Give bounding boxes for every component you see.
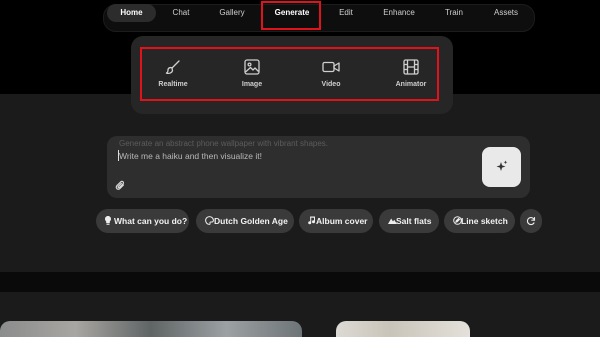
generate-submit-button[interactable]	[482, 147, 521, 187]
nav-chat[interactable]: Chat	[162, 4, 200, 22]
attach-button[interactable]	[115, 178, 126, 196]
nav-train[interactable]: Train	[436, 4, 472, 22]
gallery-thumbnail[interactable]	[0, 321, 302, 337]
nav-assets[interactable]: Assets	[485, 4, 527, 22]
refresh-icon	[526, 216, 536, 226]
nav-gallery[interactable]: Gallery	[211, 4, 253, 22]
refresh-suggestions-button[interactable]	[520, 209, 542, 233]
section-divider	[0, 272, 600, 292]
chip-what-can-you-do[interactable]: What can you do?	[96, 209, 189, 233]
chip-salt-flats[interactable]: Salt flats	[379, 209, 439, 233]
lightbulb-icon	[105, 216, 111, 225]
chip-label: Line sketch	[461, 216, 508, 226]
chip-label: Album cover	[316, 216, 368, 226]
nav-edit[interactable]: Edit	[330, 4, 362, 22]
nav-home[interactable]: Home	[107, 4, 156, 22]
palette-icon	[205, 216, 214, 225]
nav-enhance[interactable]: Enhance	[377, 4, 421, 22]
paperclip-icon	[115, 180, 125, 190]
chip-label: Salt flats	[396, 216, 432, 226]
prompt-input[interactable]: Write me a haiku and then visualize it!	[119, 151, 262, 161]
generate-options-highlight	[140, 47, 439, 101]
chip-line-sketch[interactable]: Line sketch	[444, 209, 515, 233]
chip-label: Dutch Golden Age	[214, 216, 288, 226]
gallery-thumbnail[interactable]	[336, 321, 470, 337]
chip-dutch-golden-age[interactable]: Dutch Golden Age	[196, 209, 294, 233]
prompt-placeholder: Generate an abstract phone wallpaper wit…	[119, 139, 329, 148]
chip-album-cover[interactable]: Album cover	[299, 209, 373, 233]
sparkle-icon	[496, 160, 508, 171]
nav-generate-highlight	[261, 1, 321, 30]
chip-label: What can you do?	[114, 216, 188, 226]
music-note-icon	[308, 216, 315, 225]
